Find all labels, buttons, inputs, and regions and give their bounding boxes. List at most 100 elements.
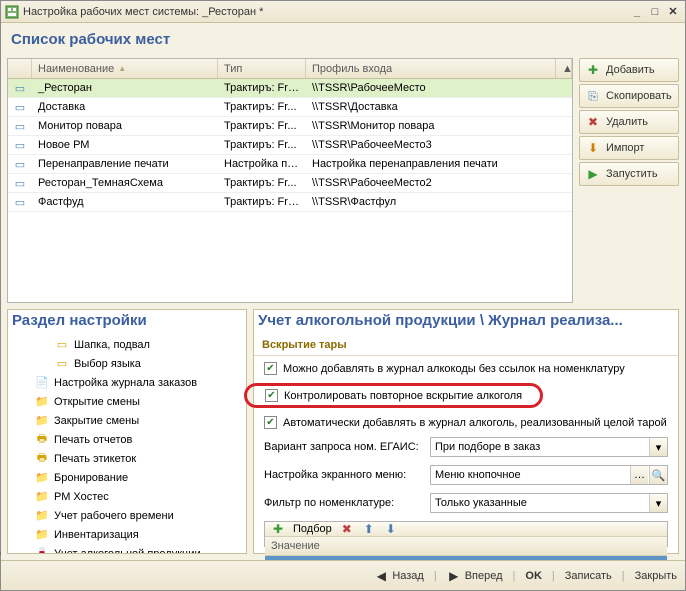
- save-button[interactable]: Записать: [565, 570, 612, 582]
- tree-item[interactable]: 📁Бронирование: [8, 468, 246, 487]
- label-egais: Вариант запроса ном. ЕГАИС:: [264, 441, 422, 453]
- plus-icon: ✚: [586, 63, 600, 77]
- arrow-up-icon[interactable]: ⬆: [362, 522, 376, 536]
- open-icon[interactable]: 🔍: [649, 466, 667, 484]
- maximize-button[interactable]: □: [647, 5, 663, 19]
- add-button[interactable]: ✚Добавить: [579, 58, 679, 82]
- select-filter[interactable]: Только указанные ▾: [430, 493, 668, 513]
- print-icon: 🖶: [34, 449, 50, 468]
- section-title: Вскрытие тары: [254, 333, 678, 356]
- settings-title: Раздел настройки: [8, 310, 246, 333]
- copy-icon: ⎘: [586, 89, 600, 103]
- table-row[interactable]: ▭ДоставкаТрактиръ: Fr...\\TSSR\Доставка: [8, 98, 572, 117]
- row-icon: ▭: [8, 196, 32, 209]
- tree-item[interactable]: 📁Открытие смены: [8, 392, 246, 411]
- window-title: Настройка рабочих мест системы: _Рестора…: [23, 6, 627, 18]
- chk-control-reopen-label: Контролировать повторное вскрытие алкого…: [284, 390, 522, 402]
- checkbox-icon: ✔: [264, 362, 277, 375]
- ellipsis-icon[interactable]: …: [630, 466, 648, 484]
- chk-auto-add[interactable]: ✔ Автоматически добавлять в журнал алког…: [264, 416, 668, 429]
- delete-button[interactable]: ✖Удалить: [579, 110, 679, 134]
- tree-item[interactable]: 🖶Печать этикеток: [8, 449, 246, 468]
- sub-col-value: Значение: [265, 537, 667, 556]
- play-icon: ▶: [586, 167, 600, 181]
- remove-icon[interactable]: ✖: [340, 522, 354, 536]
- back-button[interactable]: ◀Назад: [374, 569, 424, 583]
- detail-panel: Учет алкогольной продукции \ Журнал реал…: [253, 309, 679, 554]
- list-title: Список рабочих мест: [7, 29, 679, 52]
- row-icon: ▭: [8, 158, 32, 171]
- print-icon: 🖶: [34, 430, 50, 449]
- delete-icon: ✖: [586, 115, 600, 129]
- filter-table: ✚ Подбор ✖ ⬆ ⬇ Значение Алкогольные напи…: [264, 521, 668, 547]
- tree-item[interactable]: 📁Закрытие смены: [8, 411, 246, 430]
- forward-icon: ▶: [447, 569, 461, 583]
- checkbox-icon: ✔: [264, 416, 277, 429]
- dropdown-icon: ▾: [649, 438, 667, 456]
- row-icon: ▭: [8, 120, 32, 133]
- minimize-button[interactable]: _: [629, 5, 645, 19]
- tree-item[interactable]: 📁Инвентаризация: [8, 525, 246, 544]
- doc-icon: 📄: [34, 376, 50, 389]
- table-row[interactable]: ▭Ресторан_ТемнаяСхемаТрактиръ: Fr...\\TS…: [8, 174, 572, 193]
- chk-add-codes[interactable]: ✔ Можно добавлять в журнал алкокоды без …: [264, 362, 668, 375]
- detail-title: Учет алкогольной продукции \ Журнал реал…: [254, 310, 678, 333]
- label-filter: Фильтр по номенклатуре:: [264, 497, 422, 509]
- page-icon: ▭: [54, 338, 70, 351]
- highlight-control-reopen: ✔ Контролировать повторное вскрытие алко…: [244, 383, 543, 408]
- col-scroll: ▲: [556, 59, 572, 78]
- app-icon: [5, 5, 19, 19]
- titlebar: Настройка рабочих мест системы: _Рестора…: [1, 1, 685, 23]
- special-icon: 🍷: [34, 547, 50, 553]
- checkbox-icon[interactable]: ✔: [265, 389, 278, 402]
- back-icon: ◀: [374, 569, 388, 583]
- import-button[interactable]: ⬇Импорт: [579, 136, 679, 160]
- table-row[interactable]: ▭Монитор повараТрактиръ: Fr...\\TSSR\Мон…: [8, 117, 572, 136]
- workplace-table: Наименование Тип Профиль входа ▲ ▭_Ресто…: [7, 58, 573, 303]
- tree-item[interactable]: 📄Настройка журнала заказов: [8, 373, 246, 392]
- content: Список рабочих мест Наименование Тип Про…: [1, 23, 685, 560]
- import-icon: ⬇: [586, 141, 600, 155]
- folder-icon: 📁: [34, 395, 50, 408]
- tree-item[interactable]: ▭Выбор языка: [8, 354, 246, 373]
- footer: ◀Назад | ▶Вперед | OK | Записать | Закры…: [1, 560, 685, 590]
- copy-button[interactable]: ⎘Скопировать: [579, 84, 679, 108]
- label-screen-menu: Настройка экранного меню:: [264, 469, 422, 481]
- table-row[interactable]: ▭Перенаправление печатиНастройка пе...На…: [8, 155, 572, 174]
- tree-item[interactable]: 📁Учет рабочего времени: [8, 506, 246, 525]
- tree-item[interactable]: ⊖🍷Учет алкогольной продукции: [8, 544, 246, 553]
- col-type[interactable]: Тип: [218, 59, 306, 78]
- close-footer-button[interactable]: Закрыть: [635, 570, 677, 582]
- row-icon: ▭: [8, 139, 32, 152]
- tree-item[interactable]: 🖶Печать отчетов: [8, 430, 246, 449]
- ok-button[interactable]: OK: [525, 570, 542, 582]
- select-screen-menu[interactable]: Меню кнопочное … 🔍: [430, 465, 668, 485]
- settings-tree-panel: Раздел настройки ▭Шапка, подвал▭Выбор яз…: [7, 309, 247, 554]
- tree-item[interactable]: ▭Шапка, подвал: [8, 335, 246, 354]
- row-icon: ▭: [8, 177, 32, 190]
- row-icon: ▭: [8, 101, 32, 114]
- folder-icon: 📁: [34, 528, 50, 541]
- table-row[interactable]: ▭ФастфудТрактиръ: Fro...\\TSSR\Фастфул: [8, 193, 572, 212]
- pick-button[interactable]: Подбор: [293, 523, 332, 535]
- select-egais[interactable]: При подборе в заказ ▾: [430, 437, 668, 457]
- col-profile[interactable]: Профиль входа: [306, 59, 556, 78]
- settings-tree: ▭Шапка, подвал▭Выбор языка📄Настройка жур…: [8, 333, 246, 553]
- main-window: Настройка рабочих мест системы: _Рестора…: [0, 0, 686, 591]
- run-button[interactable]: ▶Запустить: [579, 162, 679, 186]
- folder-icon: 📁: [34, 490, 50, 503]
- folder-icon: 📁: [34, 509, 50, 522]
- plus-icon[interactable]: ✚: [271, 522, 285, 536]
- table-row[interactable]: ▭Новое РМТрактиръ: Fr...\\TSSR\РабочееМе…: [8, 136, 572, 155]
- forward-button[interactable]: ▶Вперед: [447, 569, 503, 583]
- folder-icon: 📁: [34, 414, 50, 427]
- dropdown-icon: ▾: [649, 494, 667, 512]
- page-icon: ▭: [54, 357, 70, 370]
- tree-item[interactable]: 📁РМ Хостес: [8, 487, 246, 506]
- col-name[interactable]: Наименование: [32, 59, 218, 78]
- table-row[interactable]: ▭_РесторанТрактиръ: Fro...\\TSSR\Рабочее…: [8, 79, 572, 98]
- folder-icon: 📁: [34, 471, 50, 484]
- arrow-down-icon[interactable]: ⬇: [384, 522, 398, 536]
- close-button[interactable]: ✕: [665, 5, 681, 19]
- row-icon: ▭: [8, 82, 32, 95]
